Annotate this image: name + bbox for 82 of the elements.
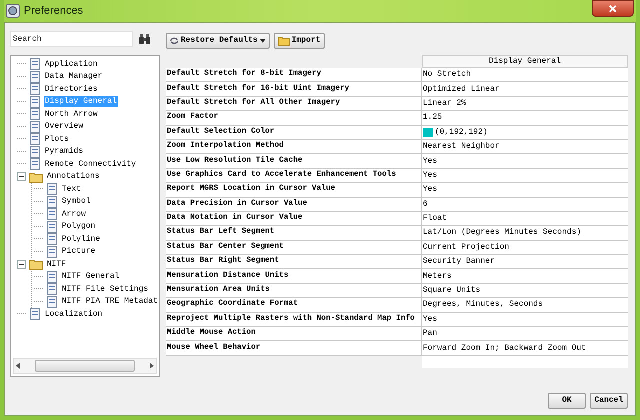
page-icon: [29, 308, 41, 320]
page-icon: [46, 196, 58, 208]
page-icon: [46, 270, 58, 283]
page-icon: [46, 183, 58, 196]
table-cell[interactable]: Float: [422, 212, 628, 226]
page-icon: [29, 158, 41, 170]
table-cell[interactable]: Yes: [422, 168, 628, 184]
tree-item[interactable]: Plots: [44, 134, 70, 145]
table-cell[interactable]: Security Banner: [422, 255, 628, 270]
page-icon: [29, 70, 41, 83]
page-icon: [46, 296, 58, 308]
table-cell[interactable]: Yes: [422, 183, 628, 198]
close-icon: [609, 4, 617, 12]
page-icon: [29, 120, 41, 133]
right-arrow-icon[interactable]: [149, 363, 154, 369]
table-cell[interactable]: Degrees, Minutes, Seconds: [422, 298, 628, 313]
tree-item[interactable]: Arrow: [61, 208, 88, 220]
table-cell[interactable]: (0,192,192): [422, 126, 628, 140]
binoculars-icon[interactable]: [139, 34, 151, 44]
close-button[interactable]: [592, 0, 634, 17]
table-cell[interactable]: Pan: [422, 327, 628, 342]
table-cell[interactable]: Optimized Linear: [422, 82, 628, 97]
tree-item[interactable]: Symbol: [61, 196, 92, 208]
table-cell[interactable]: Current Projection: [422, 240, 628, 256]
table-cell[interactable]: Forward Zoom In; Backward Zoom Out: [422, 341, 628, 356]
horizontal-scrollbar[interactable]: [13, 358, 157, 374]
cancel-button[interactable]: Cancel: [590, 393, 628, 409]
page-icon: [29, 96, 41, 108]
window-title: Preferences: [24, 4, 84, 19]
page-icon: [46, 220, 58, 233]
tree-item[interactable]: Pyramids: [44, 146, 84, 158]
page-icon: [29, 83, 41, 96]
tree-item[interactable]: NITF PIA TRE Metadat: [61, 296, 159, 308]
table-cell[interactable]: Square Units: [422, 284, 628, 298]
tree-item[interactable]: Application: [44, 58, 99, 70]
tree-item[interactable]: Text: [61, 184, 82, 195]
color-swatch[interactable]: [423, 128, 433, 137]
caret-icon: [260, 39, 266, 43]
tree-item[interactable]: North Arrow: [44, 108, 99, 120]
tree-item[interactable]: NITF General: [61, 271, 121, 282]
column-header[interactable]: Display General: [422, 55, 628, 68]
table-cell[interactable]: 6: [422, 198, 628, 212]
page-icon: [29, 58, 41, 70]
tree-item[interactable]: Overview: [44, 121, 84, 132]
scrollbar-thumb[interactable]: [35, 360, 135, 372]
page-icon: [29, 146, 41, 158]
table-cell[interactable]: Yes: [422, 312, 628, 328]
tree-item[interactable]: NITF: [46, 258, 68, 270]
collapse-toggle[interactable]: [17, 260, 26, 269]
tree-item[interactable]: Polyline: [61, 234, 102, 245]
tree-item[interactable]: Annotations: [46, 171, 101, 182]
table-cell[interactable]: 1.25: [422, 111, 628, 126]
restore-defaults-button[interactable]: Restore Defaults: [166, 33, 270, 49]
app-icon: [6, 4, 20, 18]
import-button[interactable]: Import: [274, 33, 325, 49]
folder-icon: [278, 36, 290, 46]
tree-item[interactable]: Directories: [44, 84, 99, 95]
refresh-icon: [170, 37, 179, 45]
table-cell[interactable]: Nearest Neighbor: [422, 140, 628, 154]
collapse-toggle[interactable]: [17, 172, 26, 182]
table-cell[interactable]: Yes: [422, 154, 628, 169]
tree-item[interactable]: Picture: [61, 246, 97, 258]
search-field[interactable]: Search: [10, 31, 133, 47]
tree-item[interactable]: Remote Connectivity: [44, 158, 138, 170]
tree-item[interactable]: Polygon: [61, 221, 97, 232]
tree-item[interactable]: Data Manager: [44, 71, 104, 82]
table-cell[interactable]: Lat/Lon (Degrees Minutes Seconds): [422, 226, 628, 241]
left-arrow-icon[interactable]: [16, 363, 21, 369]
table-cell[interactable]: No Stretch: [422, 68, 628, 82]
folder-icon: [29, 258, 43, 270]
page-icon: [29, 133, 41, 146]
table-cell[interactable]: Meters: [422, 269, 628, 284]
table-cell[interactable]: Linear 2%: [422, 96, 628, 112]
folder-icon: [29, 170, 43, 183]
page-icon: [46, 283, 58, 296]
page-icon: [46, 233, 58, 246]
page-icon: [46, 208, 58, 220]
ok-button[interactable]: OK: [548, 393, 586, 409]
tree-item[interactable]: NITF File Settings: [61, 284, 150, 295]
tree-item[interactable]: Localization: [44, 308, 104, 320]
page-icon: [46, 246, 58, 258]
page-icon: [29, 108, 41, 120]
